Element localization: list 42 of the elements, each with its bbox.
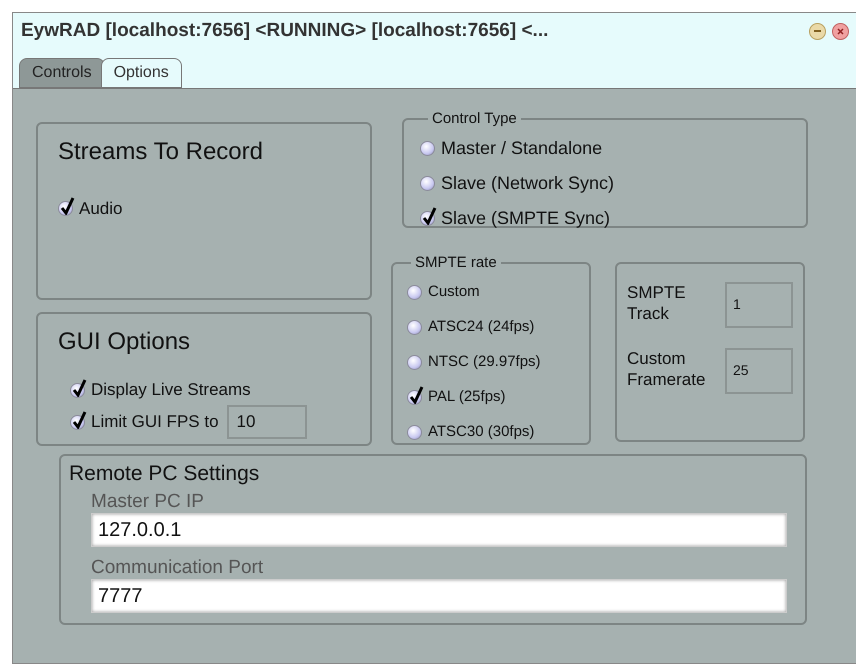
field-label: SMPTE Track: [627, 282, 687, 324]
option-label: NTSC (29.97fps): [428, 352, 541, 372]
minimize-button[interactable]: [809, 22, 826, 40]
option-label: Custom: [428, 282, 480, 302]
checkmark-icon: [422, 206, 437, 224]
radio-button[interactable]: [407, 320, 422, 334]
option-label: ATSC30 (30fps): [428, 422, 534, 442]
radio-button[interactable]: [420, 176, 435, 190]
checkmark-icon: [409, 386, 424, 404]
close-icon: [837, 28, 844, 34]
checkmark-icon: [60, 197, 75, 216]
option-label: Slave (Network Sync): [441, 172, 614, 195]
checkmark-icon: [72, 378, 87, 396]
tab[interactable]: Options: [100, 58, 182, 88]
tab[interactable]: Controls: [19, 58, 105, 88]
field-label: Custom Framerate: [627, 348, 706, 390]
fps-field[interactable]: 10: [226, 405, 307, 439]
checkmark-icon: [72, 410, 87, 428]
panel-title: GUI Options: [58, 327, 192, 357]
field-label: Master PC IP: [91, 490, 205, 512]
number-field[interactable]: 25: [725, 348, 793, 394]
number-field[interactable]: 1: [725, 282, 793, 328]
window-title: EywRAD [localhost:7656] <RUNNING> [localhost:7656] <...: [21, 18, 550, 43]
option-label: Slave (SMPTE Sync): [441, 206, 610, 230]
radio-button[interactable]: [420, 140, 435, 156]
option-label: Master / Standalone: [441, 136, 602, 160]
panel-title: Remote PC Settings: [69, 461, 260, 487]
option-label: ATSC24 (24fps): [428, 316, 534, 337]
option-label: Audio: [79, 198, 122, 220]
option-label: Display Live Streams: [91, 379, 251, 402]
field-label: Communication Port: [91, 556, 264, 578]
text-field[interactable]: 7777: [91, 578, 787, 612]
option-label: PAL (25fps): [428, 386, 506, 407]
group-title: SMPTE rate: [414, 253, 498, 273]
text-field[interactable]: 127.0.0.1: [91, 512, 787, 546]
radio-button[interactable]: [407, 354, 422, 370]
group-title: Control Type: [431, 109, 518, 129]
panel-title: Streams To Record: [58, 137, 264, 167]
option-label: Limit GUI FPS to: [91, 411, 219, 434]
radio-button[interactable]: [407, 424, 422, 440]
radio-button[interactable]: [407, 284, 422, 300]
close-button[interactable]: [832, 22, 849, 40]
